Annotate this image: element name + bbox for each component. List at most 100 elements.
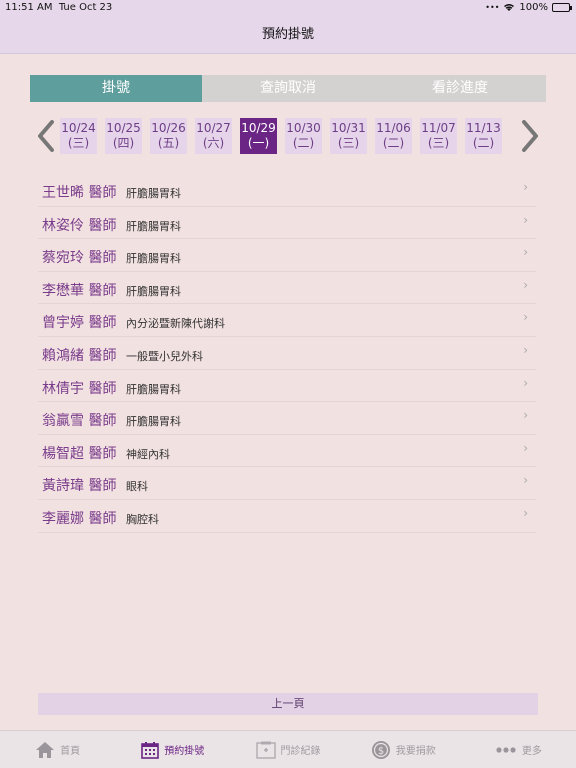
doctor-row[interactable]: 楊智超 醫師 神經內科 › — [38, 435, 536, 468]
doctor-row[interactable]: 曾宇婷 醫師 內分泌暨新陳代謝科 › — [38, 304, 536, 337]
battery-percent: 100% — [519, 2, 548, 13]
date-chip[interactable]: 10/29 (一) — [240, 118, 277, 154]
date-chip-date: 11/13 — [466, 121, 501, 135]
chevron-left-icon — [38, 120, 54, 152]
chevron-right-icon: › — [523, 180, 528, 194]
doctor-department: 肝膽腸胃科 — [126, 219, 181, 233]
doctor-name: 翁贏雪 醫師 — [42, 413, 117, 430]
date-chip[interactable]: 10/30 (二) — [285, 118, 322, 154]
calendar-icon — [141, 741, 160, 759]
tab-bar-donate-label: 我要捐款 — [395, 746, 436, 757]
doctor-row[interactable]: 李麗娜 醫師 胸腔科 › — [38, 500, 536, 533]
date-chip-weekday: (六) — [202, 136, 225, 150]
doctor-row[interactable]: 賴鴻緒 醫師 一般暨小兒外科 › — [38, 337, 536, 370]
doctor-row[interactable]: 李懋華 醫師 肝膽腸胃科 › — [38, 272, 536, 305]
doctor-department: 肝膽腸胃科 — [126, 415, 181, 429]
date-chip-date: 10/31 — [331, 121, 366, 135]
date-chip[interactable]: 10/31 (三) — [330, 118, 367, 154]
date-chip-weekday: (二) — [472, 136, 495, 150]
doctor-department: 肝膽腸胃科 — [126, 382, 181, 396]
tab-bar-appointment-label: 預約掛號 — [164, 746, 205, 757]
chevron-right-icon: › — [523, 277, 528, 292]
chevron-right-icon — [522, 120, 538, 152]
home-icon — [36, 741, 55, 758]
tab-bar-donate[interactable]: $ 我要捐款 — [346, 731, 461, 768]
doctor-department: 神經內科 — [126, 447, 170, 461]
chevron-right-icon: › — [523, 505, 528, 520]
segment-tabs: 掛號 查詢取消 看診進度 — [30, 75, 546, 102]
tab-bar-more[interactable]: 更多 — [461, 731, 576, 768]
doctor-row[interactable]: 林姿伶 醫師 肝膽腸胃科 › — [38, 207, 536, 240]
date-chip-weekday: (三) — [337, 136, 360, 150]
date-chips: 10/24 (三) 10/25 (四) 10/26 (五) 10/27 (六) 10/29 (一)… — [60, 116, 516, 156]
tab-register[interactable]: 掛號 — [30, 75, 202, 102]
date-chip[interactable]: 11/13 (二) — [465, 118, 502, 154]
donate-icon: $ — [371, 740, 390, 759]
date-chip-weekday: (三) — [427, 136, 450, 150]
doctor-name: 林姿伶 醫師 — [42, 217, 117, 234]
doctor-name: 曾宇婷 醫師 — [42, 315, 117, 332]
doctor-name: 黃詩瑋 醫師 — [42, 478, 117, 495]
tab-bar-home[interactable]: 首頁 — [0, 731, 115, 768]
signal-icon: ••• — [485, 3, 500, 12]
date-chip-date: 10/27 — [196, 121, 231, 135]
date-chip[interactable]: 10/25 (四) — [105, 118, 142, 154]
date-chip-date: 10/26 — [151, 121, 186, 135]
date-chip-weekday: (一) — [247, 136, 270, 150]
doctor-row[interactable]: 王世晞 醫師 肝膽腸胃科 › — [38, 174, 536, 207]
date-selector: 10/24 (三) 10/25 (四) 10/26 (五) 10/27 (六) 10/29 (一)… — [30, 116, 546, 156]
date-chip-date: 10/24 — [61, 121, 96, 135]
tab-query-cancel[interactable]: 查詢取消 — [202, 75, 374, 102]
chevron-right-icon: › — [523, 342, 528, 357]
status-time: 11:51 AM Tue Oct 23 — [5, 2, 113, 13]
date-chip[interactable]: 11/06 (二) — [375, 118, 412, 154]
tab-bar-appointment[interactable]: 預約掛號 — [115, 731, 230, 768]
doctor-row[interactable]: 黃詩瑋 醫師 眼科 › — [38, 467, 536, 500]
doctor-department: 肝膽腸胃科 — [126, 187, 181, 200]
date-chip[interactable]: 10/24 (三) — [60, 118, 97, 154]
tab-bar-records[interactable]: 門診紀錄 — [230, 731, 345, 768]
date-chip-weekday: (二) — [382, 136, 405, 150]
doctor-name: 蔡宛玲 醫師 — [42, 250, 117, 267]
tab-progress[interactable]: 看診進度 — [374, 75, 546, 102]
doctor-row[interactable]: 翁贏雪 醫師 肝膽腸胃科 › — [38, 402, 536, 435]
tab-bar-home-label: 首頁 — [60, 746, 81, 757]
date-chip-date: 11/06 — [376, 121, 411, 135]
records-icon — [255, 741, 276, 759]
doctor-department: 胸腔科 — [126, 512, 159, 526]
doctor-department: 肝膽腸胃科 — [126, 252, 181, 266]
prev-dates-button[interactable] — [34, 118, 58, 154]
doctor-name: 王世晞 醫師 — [42, 185, 117, 201]
date-chip[interactable]: 11/07 (三) — [420, 118, 457, 154]
nav-bar: 預約掛號 — [0, 16, 576, 54]
chevron-right-icon: › — [523, 473, 528, 488]
doctor-name: 李麗娜 醫師 — [42, 510, 117, 527]
bottom-tab-bar: 首頁 預約掛號 門診紀錄 $ 我要捐款 更多 — [0, 730, 576, 768]
prev-page-button[interactable]: 上一頁 — [38, 693, 538, 715]
date-chip-weekday: (二) — [292, 136, 315, 150]
doctor-name: 楊智超 醫師 — [42, 445, 117, 462]
doctor-department: 肝膽腸胃科 — [126, 284, 181, 298]
chevron-right-icon: › — [523, 212, 528, 227]
doctor-name: 賴鴻緒 醫師 — [42, 347, 117, 364]
page-title: 預約掛號 — [261, 27, 314, 42]
date-chip-date: 10/29 — [241, 121, 276, 135]
date-chip-date: 10/30 — [286, 121, 321, 135]
chevron-right-icon: › — [523, 375, 528, 390]
chevron-right-icon: › — [523, 408, 528, 423]
doctor-name: 李懋華 醫師 — [42, 282, 117, 299]
svg-text:$: $ — [378, 746, 384, 757]
next-dates-button[interactable] — [518, 118, 542, 154]
doctor-department: 一般暨小兒外科 — [126, 349, 203, 363]
doctor-row[interactable]: 林倩宇 醫師 肝膽腸胃科 › — [38, 370, 536, 403]
date-chip[interactable]: 10/26 (五) — [150, 118, 187, 154]
wifi-icon — [504, 4, 515, 11]
date-chip[interactable]: 10/27 (六) — [195, 118, 232, 154]
doctor-row[interactable]: 蔡宛玲 醫師 肝膽腸胃科 › — [38, 239, 536, 272]
chevron-right-icon: › — [523, 245, 528, 260]
tab-bar-more-label: 更多 — [521, 746, 542, 757]
date-chip-date: 11/07 — [421, 121, 456, 135]
doctor-department: 內分泌暨新陳代謝科 — [126, 317, 225, 331]
chevron-right-icon: › — [523, 440, 528, 455]
date-chip-weekday: (三) — [67, 136, 90, 150]
